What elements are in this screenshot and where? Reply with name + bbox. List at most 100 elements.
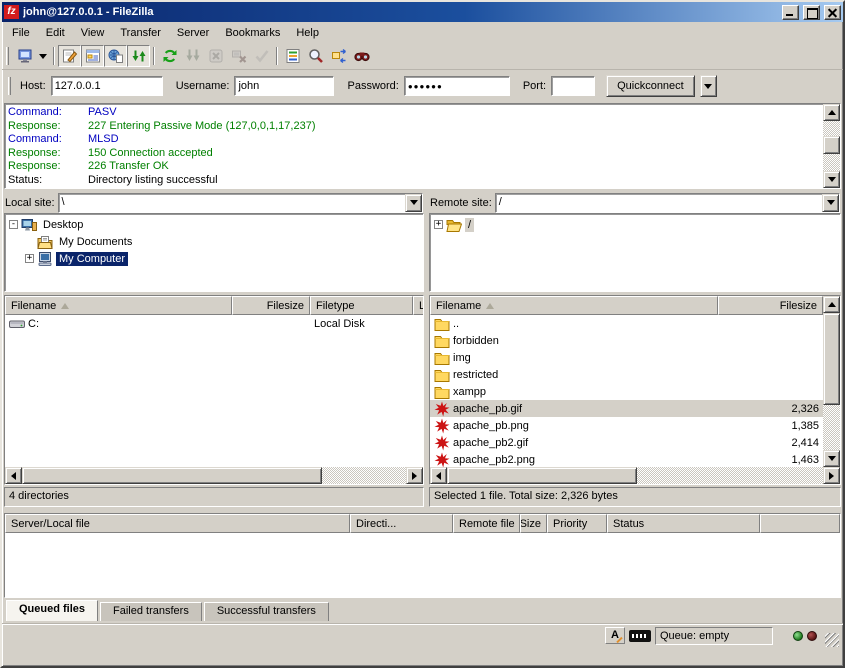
scroll-down-icon[interactable] [823, 450, 840, 467]
quickconnect-dropdown[interactable] [700, 75, 717, 97]
reconnect-button[interactable] [250, 45, 273, 67]
menu-item-view[interactable]: View [73, 25, 113, 41]
queue-column-remote-file[interactable]: Remote file [453, 514, 520, 533]
tab-successful-transfers[interactable]: Successful transfers [204, 602, 329, 621]
scroll-right-icon[interactable] [406, 467, 423, 484]
toolbar-grip[interactable] [6, 47, 9, 65]
local-site-value: \ [59, 194, 405, 212]
column-header-filename[interactable]: Filename [430, 296, 718, 315]
scroll-down-icon[interactable] [823, 171, 840, 188]
column-header-filesize[interactable]: Filesize [718, 296, 823, 315]
filter-button[interactable] [281, 45, 304, 67]
remote-hscroll-thumb[interactable] [447, 467, 637, 484]
close-button[interactable] [824, 5, 841, 20]
maximize-button[interactable] [803, 5, 820, 20]
tree-item-desktop[interactable]: -Desktop [5, 216, 423, 233]
queue-column-size[interactable]: Size [520, 514, 547, 533]
queue-column-status[interactable]: Status [607, 514, 760, 533]
scroll-up-icon[interactable] [823, 296, 840, 313]
menu-item-edit[interactable]: Edit [38, 25, 73, 41]
menu-item-server[interactable]: Server [169, 25, 217, 41]
remote-vscroll-thumb[interactable] [823, 313, 840, 405]
scroll-up-icon[interactable] [823, 104, 840, 121]
file-row[interactable]: apache_pb2.png1,463 [430, 451, 823, 467]
host-input[interactable] [51, 76, 163, 96]
tree-expander-plus-icon[interactable]: + [434, 220, 443, 229]
local-hscrollbar[interactable] [5, 467, 423, 484]
synchronized-browsing-button[interactable] [327, 45, 350, 67]
local-list-body: C:Local Disk [5, 315, 423, 467]
quickconnect-button[interactable]: Quickconnect [606, 75, 695, 97]
local-list-header: FilenameFilesizeFiletypeL [5, 296, 423, 315]
title-bar[interactable]: john@127.0.0.1 - FileZilla [2, 2, 843, 22]
file-row[interactable]: apache_pb.gif2,326 [430, 400, 823, 417]
log-scrollbar-thumb[interactable] [823, 136, 840, 154]
tree-item--[interactable]: +/ [430, 216, 840, 233]
site-manager-dropdown[interactable] [36, 45, 50, 67]
site-manager-button[interactable] [13, 45, 36, 67]
file-row[interactable]: apache_pb.png1,385 [430, 417, 823, 434]
file-row[interactable]: .. [430, 315, 823, 332]
menu-item-transfer[interactable]: Transfer [112, 25, 169, 41]
local-hscroll-thumb[interactable] [22, 467, 322, 484]
remote-vscrollbar[interactable] [823, 296, 840, 467]
file-row[interactable]: C:Local Disk [5, 315, 423, 332]
process-queue-button[interactable] [181, 45, 204, 67]
toggle-queue-button[interactable] [127, 45, 150, 67]
column-header-filesize[interactable]: Filesize [232, 296, 310, 315]
menu-item-bookmarks[interactable]: Bookmarks [217, 25, 288, 41]
log-scrollbar[interactable] [823, 104, 840, 188]
column-header-l[interactable]: L [413, 296, 424, 315]
disconnect-button[interactable] [227, 45, 250, 67]
quickbar-grip[interactable] [8, 77, 11, 95]
menu-item-file[interactable]: File [4, 25, 38, 41]
column-header-filename[interactable]: Filename [5, 296, 232, 315]
file-row[interactable]: forbidden [430, 332, 823, 349]
resize-grip[interactable] [825, 633, 839, 647]
file-row[interactable]: xampp [430, 383, 823, 400]
log-line: Response:227 Entering Passive Mode (127,… [8, 120, 821, 134]
search-button[interactable] [350, 45, 373, 67]
cancel-operation-button[interactable] [204, 45, 227, 67]
remote-site-dropdown[interactable] [822, 194, 839, 212]
folder-open-icon [446, 217, 462, 233]
password-input[interactable] [404, 76, 510, 96]
file-row[interactable]: img [430, 349, 823, 366]
tree-expander-minus-icon[interactable]: - [9, 220, 18, 229]
toggle-local-tree-button[interactable] [81, 45, 104, 67]
tree-item-label: My Computer [56, 252, 128, 266]
scroll-left-icon[interactable] [430, 467, 447, 484]
queue-column-directi-[interactable]: Directi... [350, 514, 453, 533]
tab-failed-transfers[interactable]: Failed transfers [100, 602, 202, 621]
main-split: Local site: \ -DesktopMy Documents+My Co… [4, 192, 841, 507]
tree-item-my-documents[interactable]: My Documents [5, 233, 423, 250]
username-input[interactable] [234, 76, 334, 96]
queue-column-server-local-file[interactable]: Server/Local file [5, 514, 350, 533]
minimize-button[interactable] [782, 5, 799, 20]
tab-queued-files[interactable]: Queued files [6, 600, 98, 621]
remote-hscrollbar[interactable] [430, 467, 840, 484]
column-header-label: Filesize [780, 300, 817, 312]
log-line-type: Response: [8, 120, 88, 134]
sort-ascending-icon [486, 303, 494, 309]
queue-column-priority[interactable]: Priority [547, 514, 607, 533]
toggle-remote-tree-button[interactable] [104, 45, 127, 67]
remote-site-combo[interactable]: / [495, 193, 840, 213]
tree-item-my-computer[interactable]: + My Computer [5, 250, 423, 267]
file-row[interactable]: restricted [430, 366, 823, 383]
folder-icon [434, 367, 450, 383]
port-input[interactable] [551, 76, 595, 96]
column-header-filetype[interactable]: Filetype [310, 296, 413, 315]
directory-comparison-button[interactable] [304, 45, 327, 67]
local-site-combo[interactable]: \ [58, 193, 423, 213]
file-row[interactable]: apache_pb2.gif2,414 [430, 434, 823, 451]
file-size-cell: 2,326 [718, 403, 823, 415]
sort-ascending-icon [61, 303, 69, 309]
menu-item-help[interactable]: Help [288, 25, 327, 41]
local-site-dropdown[interactable] [405, 194, 422, 212]
refresh-button[interactable] [158, 45, 181, 67]
scroll-left-icon[interactable] [5, 467, 22, 484]
scroll-right-icon[interactable] [823, 467, 840, 484]
toggle-message-log-button[interactable] [58, 45, 81, 67]
tree-expander-plus-icon[interactable]: + [25, 254, 34, 263]
